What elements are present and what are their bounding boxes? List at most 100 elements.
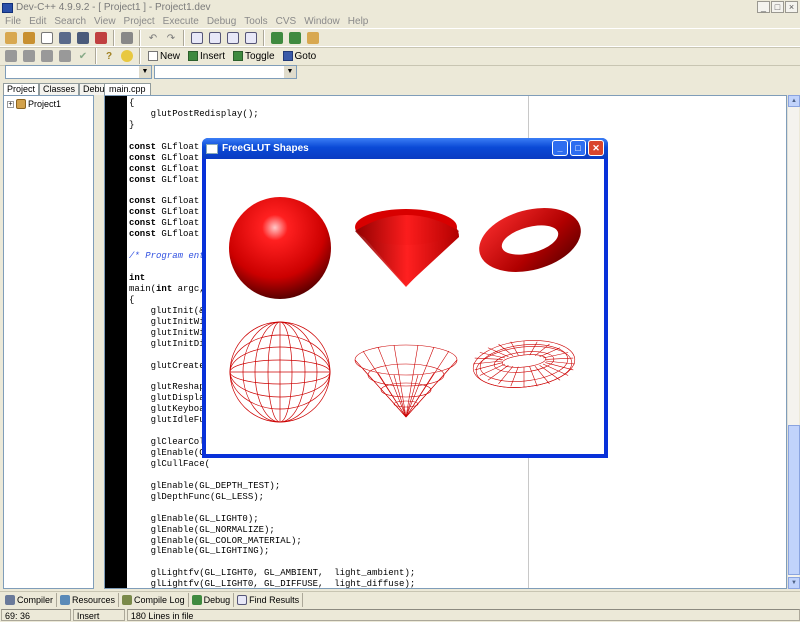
rebuild-icon[interactable]: [57, 48, 73, 64]
torus-wire-segment: [545, 357, 574, 360]
replace-icon[interactable]: [207, 30, 223, 46]
save-all-icon[interactable]: [75, 30, 91, 46]
project-options-icon[interactable]: [305, 30, 321, 46]
close-button[interactable]: ×: [785, 1, 798, 13]
tab-debug-output[interactable]: Debug: [189, 592, 235, 607]
scroll-thumb[interactable]: [788, 425, 800, 575]
class-combo[interactable]: ▼: [5, 65, 152, 79]
freeglut-window[interactable]: FreeGLUT Shapes _ □ ✕: [202, 138, 608, 458]
help-icon[interactable]: ?: [101, 48, 117, 64]
menu-window[interactable]: Window: [301, 16, 345, 27]
tree-item-project1[interactable]: + Project1: [7, 99, 61, 109]
menu-search[interactable]: Search: [51, 16, 91, 27]
torus-wire-segment: [534, 343, 550, 357]
new-button[interactable]: New: [145, 48, 183, 64]
expand-icon[interactable]: +: [7, 100, 14, 108]
new-file-icon[interactable]: [39, 30, 55, 46]
menu-help[interactable]: Help: [345, 16, 374, 27]
code-line: glutPostRedisplay();: [129, 108, 259, 119]
chevron-down-icon[interactable]: ▼: [284, 66, 296, 78]
tab-resources-label: Resources: [72, 594, 116, 605]
edit-mode: Insert: [72, 609, 125, 621]
minimize-button[interactable]: _: [757, 1, 770, 13]
menu-project[interactable]: Project: [121, 16, 160, 27]
status-bar: 69: 36 Insert 180 Lines in file: [0, 609, 800, 622]
insert-button[interactable]: Insert: [185, 48, 228, 64]
compile-run-icon[interactable]: [39, 48, 55, 64]
torus-wire-segment: [487, 365, 509, 381]
tab-compiler[interactable]: Compiler: [2, 592, 58, 607]
toggle-button[interactable]: Toggle: [230, 48, 277, 64]
menu-cvs[interactable]: CVS: [273, 16, 302, 27]
goto-line-icon[interactable]: [243, 30, 259, 46]
code-line: glLightfv(GL_LIGHT0, GL_AMBIENT, light_a…: [129, 568, 416, 579]
menu-file[interactable]: File: [2, 16, 26, 27]
menu-execute[interactable]: Execute: [160, 16, 204, 27]
code-line: glEnable(GL_COLOR_MATERIAL);: [129, 535, 302, 546]
new-project-icon[interactable]: [3, 30, 19, 46]
find-next-icon[interactable]: [225, 30, 241, 46]
app-titlebar[interactable]: Dev-C++ 4.9.9.2 - [ Project1 ] - Project…: [0, 0, 800, 15]
toggle-button-label: Toggle: [245, 50, 275, 62]
toolbar-separator: [95, 48, 97, 64]
project-tree: + Project1: [3, 95, 94, 589]
tab-debug-label: Debug: [203, 594, 231, 605]
code-line: glEnable(GL_NORMALIZE);: [129, 524, 275, 535]
compile-icon[interactable]: [3, 48, 19, 64]
code-line: {: [129, 98, 135, 108]
menu-debug[interactable]: Debug: [204, 16, 241, 27]
left-panel-tabs: Project Classes Debug: [3, 83, 114, 95]
maximize-button[interactable]: □: [771, 1, 784, 13]
toolbar-separator: [183, 30, 185, 46]
run-icon[interactable]: [21, 48, 37, 64]
scroll-down-icon[interactable]: ▼: [788, 577, 800, 589]
compile-toolbar: ✔ ? New Insert Toggle Goto: [0, 46, 800, 66]
editor-vertical-scrollbar[interactable]: ▲ ▼: [787, 95, 800, 589]
wire-torus: [472, 340, 576, 388]
goto-button[interactable]: Goto: [280, 48, 320, 64]
tab-find-results-label: Find Results: [249, 594, 300, 605]
shapes-render: [229, 197, 581, 423]
torus-wire-segment: [472, 360, 503, 365]
find-icon[interactable]: [189, 30, 205, 46]
find-results-icon: [237, 594, 248, 605]
save-icon[interactable]: [57, 30, 73, 46]
check-syntax-icon[interactable]: ✔: [75, 48, 91, 64]
freeglut-title: FreeGLUT Shapes: [222, 143, 309, 154]
cursor-position: 69: 36: [1, 609, 71, 621]
print-icon[interactable]: [119, 30, 135, 46]
insert-button-label: Insert: [200, 50, 226, 62]
glut-minimize-button[interactable]: _: [552, 140, 568, 156]
editor-gutter: [105, 96, 127, 588]
menu-tools[interactable]: Tools: [241, 16, 272, 27]
redo-icon[interactable]: ↷: [163, 30, 179, 46]
torus-wire-segment: [529, 341, 538, 356]
gl-canvas[interactable]: [206, 159, 604, 454]
menubar: File Edit Search View Project Execute De…: [0, 15, 800, 28]
tab-compiler-label: Compiler: [17, 594, 54, 605]
close-file-icon[interactable]: [93, 30, 109, 46]
scroll-up-icon[interactable]: ▲: [788, 95, 800, 107]
glut-maximize-button[interactable]: □: [570, 140, 586, 156]
tab-find-results[interactable]: Find Results: [234, 592, 304, 607]
project-icon: [16, 99, 26, 109]
tab-resources[interactable]: Resources: [57, 592, 120, 607]
member-combo[interactable]: ▼: [154, 65, 297, 79]
devcpp-app-icon[interactable]: [2, 2, 13, 13]
glut-close-button[interactable]: ✕: [588, 140, 604, 156]
undo-icon[interactable]: ↶: [145, 30, 161, 46]
remove-from-project-icon[interactable]: [287, 30, 303, 46]
menu-view[interactable]: View: [91, 16, 121, 27]
tab-project[interactable]: Project: [3, 83, 40, 95]
resources-icon: [60, 594, 71, 605]
add-to-project-icon[interactable]: [269, 30, 285, 46]
about-icon[interactable]: [119, 48, 135, 64]
freeglut-titlebar[interactable]: FreeGLUT Shapes _ □ ✕: [202, 138, 608, 159]
tab-compile-log[interactable]: Compile Log: [119, 592, 189, 607]
menu-edit[interactable]: Edit: [26, 16, 51, 27]
tab-classes[interactable]: Classes: [39, 83, 80, 95]
open-project-icon[interactable]: [21, 30, 37, 46]
editor-tab-main-cpp[interactable]: main.cpp: [104, 83, 151, 95]
chevron-down-icon[interactable]: ▼: [139, 66, 151, 78]
